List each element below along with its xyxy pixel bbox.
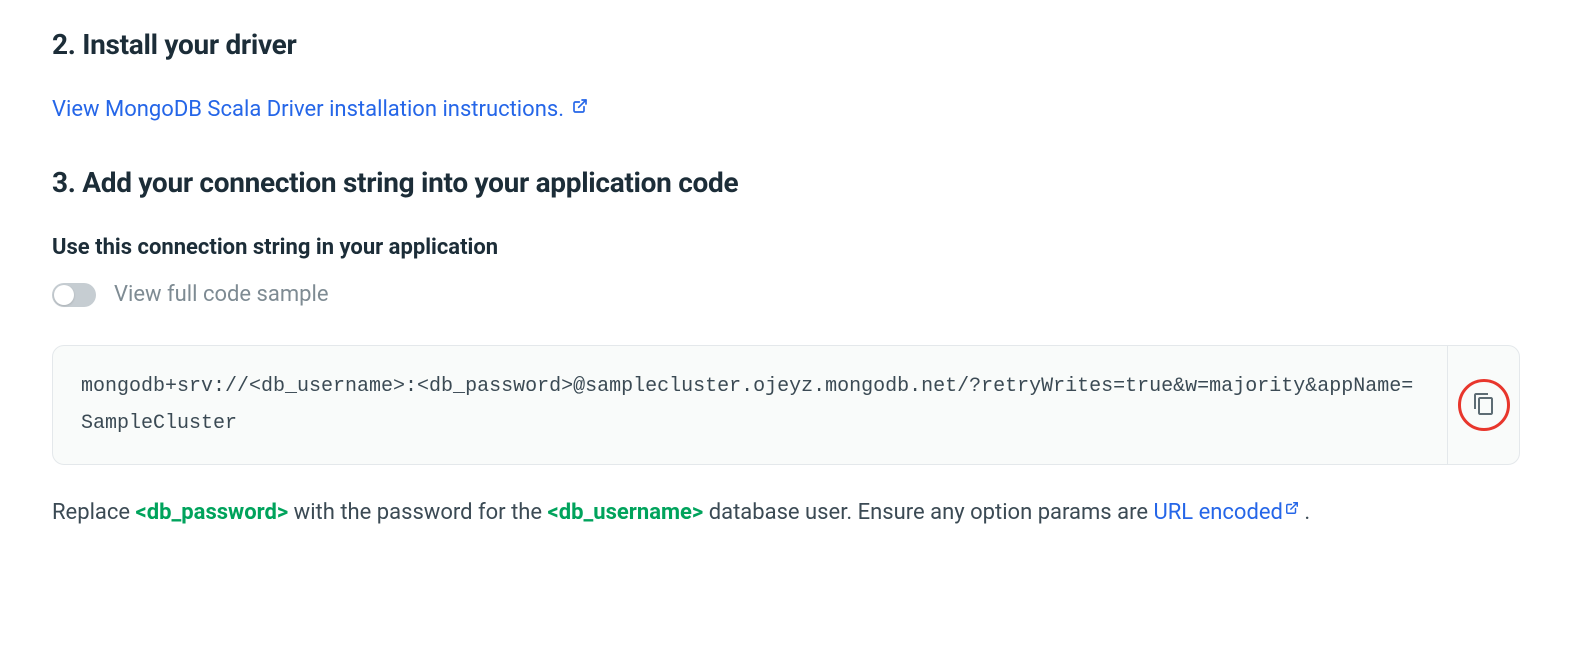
connection-string-subheading: Use this connection string in your appli… [52,235,1520,260]
external-link-icon [1285,501,1299,515]
driver-install-link-text: View MongoDB Scala Driver installation i… [52,97,564,122]
url-encoded-link-text: URL encoded [1153,500,1283,525]
toggle-knob [54,285,74,305]
connection-string-text: mongodb+srv://<db_username>:<db_password… [53,346,1447,464]
connection-string-hint: Replace <db_password> with the password … [52,495,1520,531]
copy-button-wrap [1447,346,1519,464]
section-3-heading: 3. Add your connection string into your … [52,166,1520,199]
copy-icon [1472,392,1496,419]
url-encoded-link[interactable]: URL encoded [1153,500,1299,525]
hint-middle-1: with the password for the [288,500,547,525]
section-2-heading: 2. Install your driver [52,28,1520,61]
connection-string-code-block: mongodb+srv://<db_username>:<db_password… [52,345,1520,465]
hint-prefix: Replace [52,500,136,525]
driver-install-link[interactable]: View MongoDB Scala Driver installation i… [52,97,588,122]
hint-suffix: . [1299,500,1310,525]
hint-middle-2: database user. Ensure any option params … [703,500,1153,525]
copy-button[interactable] [1466,386,1502,425]
external-link-icon [572,98,588,114]
view-full-code-toggle-row: View full code sample [52,282,1520,307]
hint-placeholder-username: <db_username> [548,500,704,525]
view-full-code-toggle-label: View full code sample [114,282,329,307]
hint-placeholder-password: <db_password> [136,500,289,525]
view-full-code-toggle[interactable] [52,283,96,307]
